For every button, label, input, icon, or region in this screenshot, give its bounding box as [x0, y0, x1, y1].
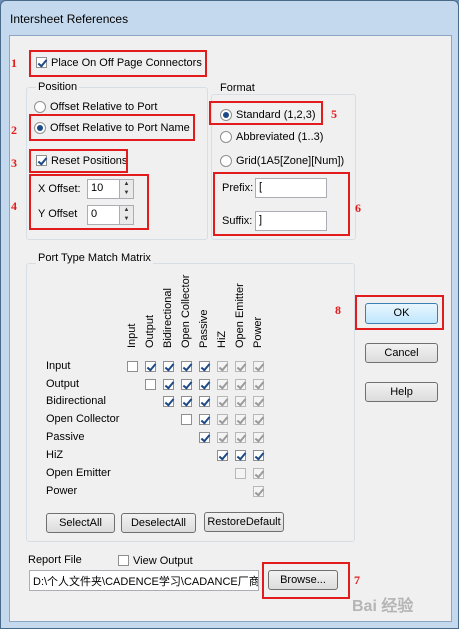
grid-label: Grid(1A5[Zone][Num]) [236, 155, 345, 167]
annotation-number-8: 8 [335, 303, 341, 317]
matrix-checkbox[interactable] [217, 450, 228, 461]
view-output-label: View Output [133, 555, 193, 567]
annotation-number-7: 7 [354, 573, 360, 587]
matrix-column-header: Power [252, 316, 264, 348]
matrix-row-label: Input [46, 360, 71, 372]
matrix-checkbox[interactable] [217, 432, 228, 443]
matrix-checkbox[interactable] [217, 361, 228, 372]
matrix-checkbox[interactable] [181, 414, 192, 425]
position-group-label: Position [36, 81, 80, 93]
matrix-row-label: Output [46, 378, 80, 390]
annotation-box-4 [29, 174, 149, 230]
annotation-number-3: 3 [11, 156, 17, 170]
matrix-checkbox[interactable] [235, 379, 246, 390]
offset-port-radio[interactable] [34, 101, 46, 113]
matrix-checkbox[interactable] [253, 361, 264, 372]
matrix-checkbox[interactable] [199, 396, 210, 407]
annotation-box-5 [209, 101, 323, 125]
abbreviated-label: Abbreviated (1..3) [236, 131, 324, 143]
matrix-checkbox[interactable] [163, 396, 174, 407]
title-bar[interactable]: Intersheet References [1, 1, 458, 35]
matrix-checkbox[interactable] [235, 432, 246, 443]
matrix-column-header: Output [144, 314, 156, 348]
matrix-column-header: Passive [198, 309, 210, 348]
annotation-number-5: 5 [331, 107, 337, 121]
help-button[interactable]: Help [365, 382, 438, 402]
matrix-checkbox[interactable] [253, 432, 264, 443]
matrix-checkbox[interactable] [199, 361, 210, 372]
matrix-row-label: Bidirectional [46, 395, 106, 407]
annotation-number-4: 4 [11, 199, 17, 213]
matrix-checkbox[interactable] [253, 396, 264, 407]
matrix-column-header: Open Collector [180, 274, 192, 348]
matrix-checkbox[interactable] [217, 396, 228, 407]
grid-radio[interactable] [220, 155, 232, 167]
matrix-checkbox[interactable] [253, 450, 264, 461]
offset-port-label: Offset Relative to Port [50, 101, 158, 113]
matrix-column-header: Input [126, 323, 138, 348]
annotation-box-6 [213, 172, 350, 236]
matrix-checkbox[interactable] [235, 450, 246, 461]
annotation-box-2 [29, 114, 195, 141]
format-group-label: Format [218, 82, 257, 94]
matrix-row-label: Open Emitter [46, 467, 111, 479]
matrix-checkbox[interactable] [235, 396, 246, 407]
matrix-checkbox[interactable] [199, 432, 210, 443]
matrix-checkbox[interactable] [145, 379, 156, 390]
matrix-checkbox[interactable] [163, 361, 174, 372]
matrix-checkbox[interactable] [235, 361, 246, 372]
matrix-checkbox[interactable] [253, 486, 264, 497]
watermark-logo: Bai 经验 [352, 598, 414, 615]
annotation-box-1 [29, 50, 207, 77]
matrix-checkbox[interactable] [145, 361, 156, 372]
matrix-checkbox[interactable] [127, 361, 138, 372]
matrix-column-header: HiZ [216, 330, 228, 348]
annotation-box-3 [29, 149, 128, 173]
report-file-label: Report File [28, 554, 82, 566]
select-all-button[interactable]: SelectAll [46, 513, 115, 533]
matrix-checkbox[interactable] [253, 468, 264, 479]
matrix-column-header: Open Emitter [234, 283, 246, 348]
matrix-checkbox[interactable] [199, 379, 210, 390]
matrix-row-label: Passive [46, 431, 85, 443]
annotation-number-6: 6 [355, 201, 361, 215]
annotation-number-2: 2 [11, 123, 17, 137]
deselect-all-button[interactable]: DeselectAll [121, 513, 196, 533]
matrix-row-label: Power [46, 485, 78, 497]
matrix-checkbox[interactable] [181, 379, 192, 390]
matrix-group-label: Port Type Match Matrix [36, 252, 153, 264]
matrix-checkbox[interactable] [181, 361, 192, 372]
restore-default-button[interactable]: RestoreDefault [204, 512, 284, 532]
matrix-checkbox[interactable] [253, 379, 264, 390]
report-path-input[interactable]: D:\个人文件夹\CADENCE学习\CADANCE厂商 [29, 570, 259, 591]
matrix-checkbox[interactable] [181, 396, 192, 407]
matrix-column-header: Bidirectional [162, 288, 174, 348]
matrix-checkbox[interactable] [235, 414, 246, 425]
window-title: Intersheet References [10, 12, 129, 26]
matrix-checkbox[interactable] [217, 379, 228, 390]
matrix-row-label: Open Collector [46, 413, 120, 425]
matrix-row-label: HiZ [46, 449, 64, 461]
cancel-button[interactable]: Cancel [365, 343, 438, 363]
annotation-box-8 [355, 295, 444, 330]
abbreviated-radio[interactable] [220, 131, 232, 143]
view-output-checkbox[interactable] [118, 555, 129, 566]
annotation-number-1: 1 [11, 56, 17, 70]
annotation-box-7 [262, 562, 350, 599]
matrix-checkbox[interactable] [199, 414, 210, 425]
matrix-checkbox[interactable] [163, 379, 174, 390]
matrix-checkbox[interactable] [217, 414, 228, 425]
matrix-checkbox[interactable] [253, 414, 264, 425]
matrix-checkbox[interactable] [235, 468, 246, 479]
